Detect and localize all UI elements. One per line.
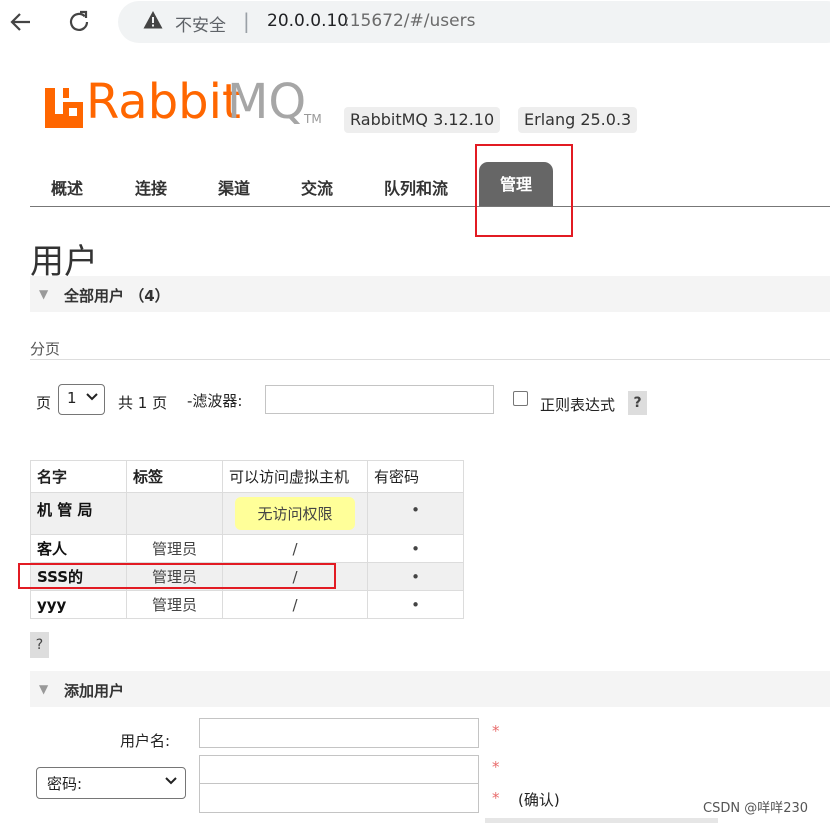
all-users-section-header[interactable]: ▼ 全部用户 （4）: [30, 276, 830, 312]
back-arrow-icon[interactable]: [8, 9, 34, 40]
confirm-label: (确认): [518, 791, 560, 809]
password-type-value: 密码:: [47, 775, 83, 793]
user-name-link[interactable]: yyy: [30, 590, 127, 619]
password-type-select[interactable]: 密码:: [36, 767, 186, 799]
tab-exchanges[interactable]: 交流: [301, 175, 333, 199]
user-tags: [126, 492, 223, 535]
header-name[interactable]: 名字: [30, 460, 127, 493]
tab-queues-streams[interactable]: 队列和流: [384, 175, 448, 199]
user-tags: 管理员: [126, 534, 223, 563]
page-select-value: 1: [67, 389, 77, 407]
user-has-password: •: [367, 492, 464, 535]
logo-text-rabbit: Rabbit: [86, 74, 241, 130]
add-user-section-title[interactable]: 添加用户: [64, 680, 124, 701]
tab-channels[interactable]: 渠道: [218, 175, 250, 199]
url-host[interactable]: 20.0.0.10: [267, 11, 348, 31]
tab-divider: [30, 206, 830, 207]
required-marker: *: [492, 758, 500, 776]
reload-icon[interactable]: [66, 9, 92, 40]
watermark: CSDN @咩咩230: [703, 801, 809, 816]
user-name-link[interactable]: 机 管 局: [30, 492, 127, 535]
no-access-badge: 无访问权限: [235, 497, 355, 530]
user-has-password: •: [367, 562, 464, 591]
users-table: 名字 标签 可以访问虚拟主机 有密码 机 管 局 无访问权限 • 客人 管理员 …: [30, 460, 464, 619]
pagination-label: 分页: [30, 340, 61, 358]
warning-triangle-icon[interactable]: [143, 10, 163, 30]
user-has-password: •: [367, 590, 464, 619]
logo-trademark: TM: [304, 112, 322, 126]
tab-connections[interactable]: 连接: [135, 175, 167, 199]
url-path[interactable]: :15672/#/users: [344, 11, 475, 31]
header-tags[interactable]: 标签: [126, 460, 223, 493]
add-user-button-edge[interactable]: [485, 818, 718, 823]
password-confirm-input[interactable]: [199, 783, 479, 813]
annotation-highlight-admin-tab: [475, 144, 573, 237]
collapse-triangle-icon[interactable]: ▼: [39, 682, 48, 696]
table-row[interactable]: 客人 管理员 / •: [30, 534, 464, 563]
header-has-password[interactable]: 有密码: [367, 460, 464, 493]
regex-checkbox[interactable]: [513, 391, 528, 406]
chevron-down-icon: [165, 773, 177, 791]
total-pages-label: 共 1 页: [118, 394, 168, 412]
username-input[interactable]: [199, 718, 479, 748]
filter-input[interactable]: [265, 385, 494, 414]
page-label: 页: [36, 394, 52, 412]
erlang-version-badge: Erlang 25.0.3: [518, 107, 638, 133]
url-separator: |: [243, 9, 250, 33]
add-user-section-header[interactable]: ▼ 添加用户: [30, 671, 830, 707]
filter-label: -滤波器:: [187, 392, 243, 410]
required-marker: *: [492, 789, 500, 807]
tab-overview[interactable]: 概述: [51, 175, 83, 199]
table-row[interactable]: 机 管 局 无访问权限 •: [30, 492, 464, 535]
logo-text-mq: MQ: [227, 74, 307, 130]
pagination-divider: [30, 359, 830, 360]
security-status-label[interactable]: 不安全: [175, 11, 226, 36]
user-vhosts: /: [222, 534, 368, 563]
chevron-down-icon: [86, 389, 98, 407]
regex-help-button[interactable]: ?: [628, 391, 647, 415]
rabbitmq-version-badge: RabbitMQ 3.12.10: [344, 107, 501, 133]
all-users-section-title[interactable]: 全部用户 （4）: [64, 285, 170, 306]
table-row[interactable]: yyy 管理员 / •: [30, 590, 464, 619]
password-input[interactable]: [199, 755, 479, 785]
user-has-password: •: [367, 534, 464, 563]
user-vhosts: /: [222, 590, 368, 619]
regex-label[interactable]: 正则表达式: [540, 394, 615, 415]
user-name-link[interactable]: 客人: [30, 534, 127, 563]
required-marker: *: [492, 722, 500, 740]
rabbitmq-logo-icon: [45, 88, 83, 128]
table-header-row: 名字 标签 可以访问虚拟主机 有密码: [30, 460, 464, 493]
header-vhosts[interactable]: 可以访问虚拟主机: [222, 460, 368, 493]
collapse-triangle-icon[interactable]: ▼: [39, 287, 48, 301]
user-vhosts: 无访问权限: [222, 492, 368, 535]
page-select[interactable]: 1: [58, 384, 105, 415]
user-tags: 管理员: [126, 590, 223, 619]
username-label: 用户名:: [120, 732, 171, 750]
table-help-button[interactable]: ?: [30, 632, 49, 658]
annotation-highlight-user-row: [18, 563, 336, 589]
